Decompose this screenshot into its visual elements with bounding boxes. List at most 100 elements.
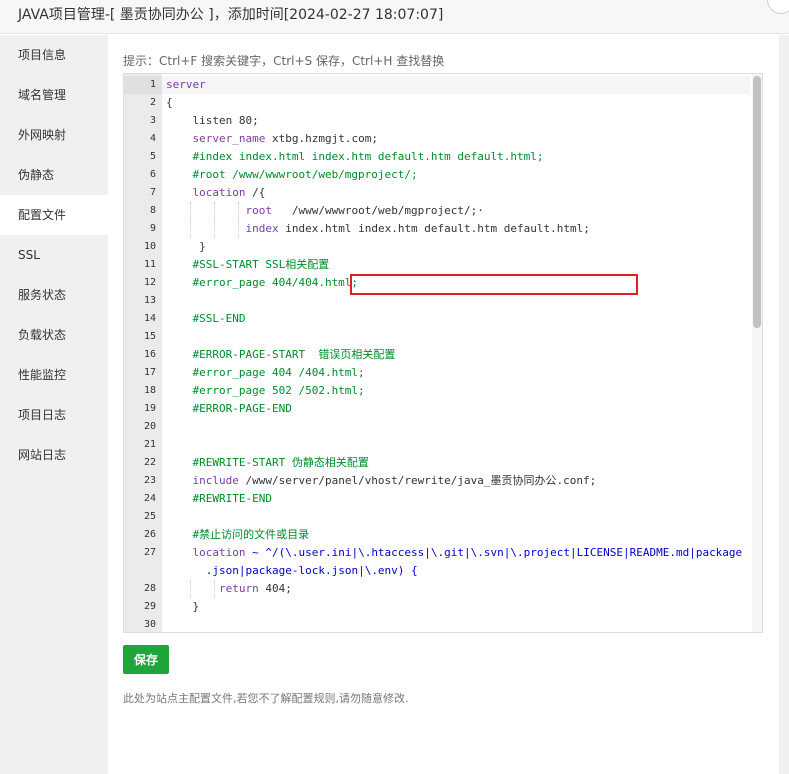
sidebar-item[interactable]: 网站日志: [0, 435, 108, 475]
indent-guide: [214, 580, 215, 598]
code-token: #REWRITE-END: [166, 492, 272, 505]
code-line[interactable]: 5 #index index.html index.htm default.ht…: [124, 148, 750, 166]
code-token: 404;: [258, 582, 292, 595]
code-token: location: [192, 186, 246, 199]
line-number: 12: [143, 277, 156, 288]
code-token: #root /www/wwwroot/web/mgproject/;: [166, 168, 418, 181]
line-number: 19: [143, 403, 156, 414]
indent-guide: [190, 202, 191, 220]
line-text: server: [166, 76, 750, 94]
code-line[interactable]: 23 include /www/server/panel/vhost/rewri…: [124, 472, 750, 490]
sidebar-item[interactable]: 性能监控: [0, 355, 108, 395]
line-text: location ~ ^/(\.user.ini|\.htaccess|\.gi…: [166, 544, 750, 580]
code-line[interactable]: 26 #禁止访问的文件或目录: [124, 526, 750, 544]
line-text: {: [166, 94, 750, 112]
code-line[interactable]: 14 #SSL-END: [124, 310, 750, 328]
indent-guide: [238, 202, 239, 220]
code-line[interactable]: 20: [124, 418, 750, 436]
indent-guide: [238, 220, 239, 238]
line-number: 15: [143, 331, 156, 342]
code-line[interactable]: 8 root /www/wwwroot/web/mgproject/;·: [124, 202, 750, 220]
line-number: 11: [143, 259, 156, 270]
code-line[interactable]: 18 #error_page 502 /502.html;: [124, 382, 750, 400]
line-number: 7: [149, 187, 156, 198]
code-line[interactable]: 4 server_name xtbg.hzmgjt.com;: [124, 130, 750, 148]
editor-scrollbar[interactable]: [752, 74, 762, 632]
code-line[interactable]: 25: [124, 508, 750, 526]
code-token: #禁止访问的文件或目录: [166, 528, 310, 541]
code-token: root: [245, 204, 272, 217]
code-line[interactable]: 7 location /{: [124, 184, 750, 202]
sidebar-item[interactable]: 配置文件: [0, 195, 108, 235]
sidebar-item[interactable]: 项目日志: [0, 395, 108, 435]
line-text: #error_page 404/404.html;: [166, 274, 750, 292]
sidebar-item[interactable]: 伪静态: [0, 155, 108, 195]
code-line[interactable]: 11 #SSL-START SSL相关配置: [124, 256, 750, 274]
code-line[interactable]: 27 location ~ ^/(\.user.ini|\.htaccess|\…: [124, 544, 750, 580]
code-line[interactable]: 22 #REWRITE-START 伪静态相关配置: [124, 454, 750, 472]
editor-scrollbar-thumb[interactable]: [753, 76, 761, 328]
line-text: server_name xtbg.hzmgjt.com;: [166, 130, 750, 148]
right-rail: [779, 35, 789, 774]
code-line[interactable]: 13: [124, 292, 750, 310]
sidebar-item[interactable]: 负载状态: [0, 315, 108, 355]
window-title: JAVA项目管理-[ 墨贡协同办公 ]，添加时间[2024-02-27 18:0…: [0, 0, 789, 34]
code-line[interactable]: 15: [124, 328, 750, 346]
line-number: 26: [143, 529, 156, 540]
code-line[interactable]: 29 }: [124, 598, 750, 616]
code-token: xtbg.hzmgjt.com;: [265, 132, 378, 145]
line-text: #SSL-START SSL相关配置: [166, 256, 750, 274]
code-line[interactable]: 30: [124, 616, 750, 632]
line-number: 3: [149, 115, 156, 126]
sidebar-item[interactable]: 外网映射: [0, 115, 108, 155]
code-line[interactable]: 16 #ERROR-PAGE-START 错误页相关配置: [124, 346, 750, 364]
code-line[interactable]: 12 #error_page 404/404.html;: [124, 274, 750, 292]
code-token: ~ ^/(\.user.ini|\.htaccess|\.git|\.svn|\…: [205, 546, 743, 577]
sidebar-item[interactable]: 服务状态: [0, 275, 108, 315]
indent-guide: [190, 220, 191, 238]
code-line[interactable]: 2{: [124, 94, 750, 112]
code-token: #ERROR-PAGE-END: [166, 402, 292, 415]
code-line[interactable]: 17 #error_page 404 /404.html;: [124, 364, 750, 382]
code-line[interactable]: 6 #root /www/wwwroot/web/mgproject/;: [124, 166, 750, 184]
line-number: 25: [143, 511, 156, 522]
sidebar-item[interactable]: 域名管理: [0, 75, 108, 115]
code-line[interactable]: 1 server: [124, 76, 750, 94]
code-line[interactable]: 19 #ERROR-PAGE-END: [124, 400, 750, 418]
code-token: #index index.html index.htm default.htm …: [166, 150, 544, 163]
line-number: 30: [143, 619, 156, 630]
sidebar: 项目信息 域名管理 外网映射 伪静态 配置文件 SSL 服务状态 负载状态 性能监控 项目日志 网站…: [0, 35, 108, 774]
line-text: index index.html index.htm default.htm d…: [166, 220, 750, 238]
sidebar-item[interactable]: 项目信息: [0, 35, 108, 75]
code-line[interactable]: 10 }: [124, 238, 750, 256]
code-token: }: [166, 600, 200, 613]
line-text: listen 80;: [166, 112, 750, 130]
save-button[interactable]: 保存: [123, 645, 169, 674]
line-number: 6: [149, 169, 156, 180]
code-line[interactable]: 3 listen 80;: [124, 112, 750, 130]
line-text: }: [166, 598, 750, 616]
code-line[interactable]: 28 return 404;: [124, 580, 750, 598]
code-editor[interactable]: 1 server 2{3 listen 80; 4 server_name xtbg.…: [123, 73, 763, 633]
line-number: 13: [143, 295, 156, 306]
line-number: 10: [143, 241, 156, 252]
line-text: #error_page 502 /502.html;: [166, 382, 750, 400]
sidebar-item[interactable]: SSL: [0, 235, 108, 275]
line-number: 8: [149, 205, 156, 216]
code-line[interactable]: 21: [124, 436, 750, 454]
code-line[interactable]: 24 #REWRITE-END: [124, 490, 750, 508]
code-lines[interactable]: 1 server 2{3 listen 80; 4 server_name xtbg.…: [124, 76, 750, 632]
line-number: 2: [149, 97, 156, 108]
line-number: 18: [143, 385, 156, 396]
code-token: index.html index.htm default.htm default…: [278, 222, 590, 235]
window-title-text: JAVA项目管理-[ 墨贡协同办公 ]，添加时间[2024-02-27 18:0…: [18, 7, 444, 23]
code-token: /{: [245, 186, 266, 199]
code-line[interactable]: 9 index index.html index.htm default.htm…: [124, 220, 750, 238]
code-token: server_name: [192, 132, 266, 145]
line-text: #ERROR-PAGE-END: [166, 400, 750, 418]
